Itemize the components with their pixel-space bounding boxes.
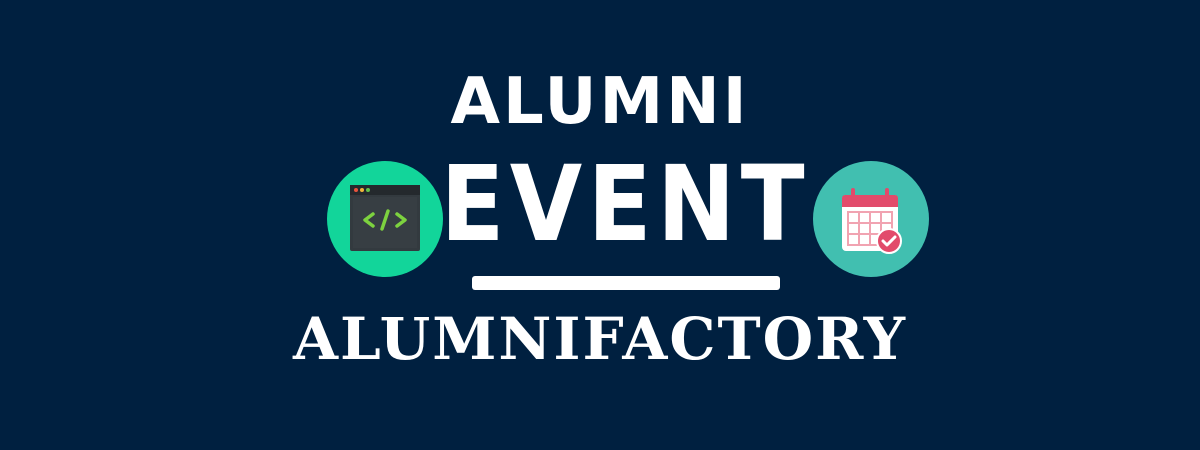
title-alumni: ALUMNI (450, 65, 750, 139)
calendar-check-icon (813, 161, 929, 277)
title-underline (472, 276, 780, 290)
code-window-icon (327, 161, 443, 277)
brand-name: ALUMNIFACTORY (293, 305, 907, 373)
banner: ALUMNI EVENT ALUMNIFACTORY (0, 0, 1200, 450)
title-event: EVENT (440, 143, 810, 265)
